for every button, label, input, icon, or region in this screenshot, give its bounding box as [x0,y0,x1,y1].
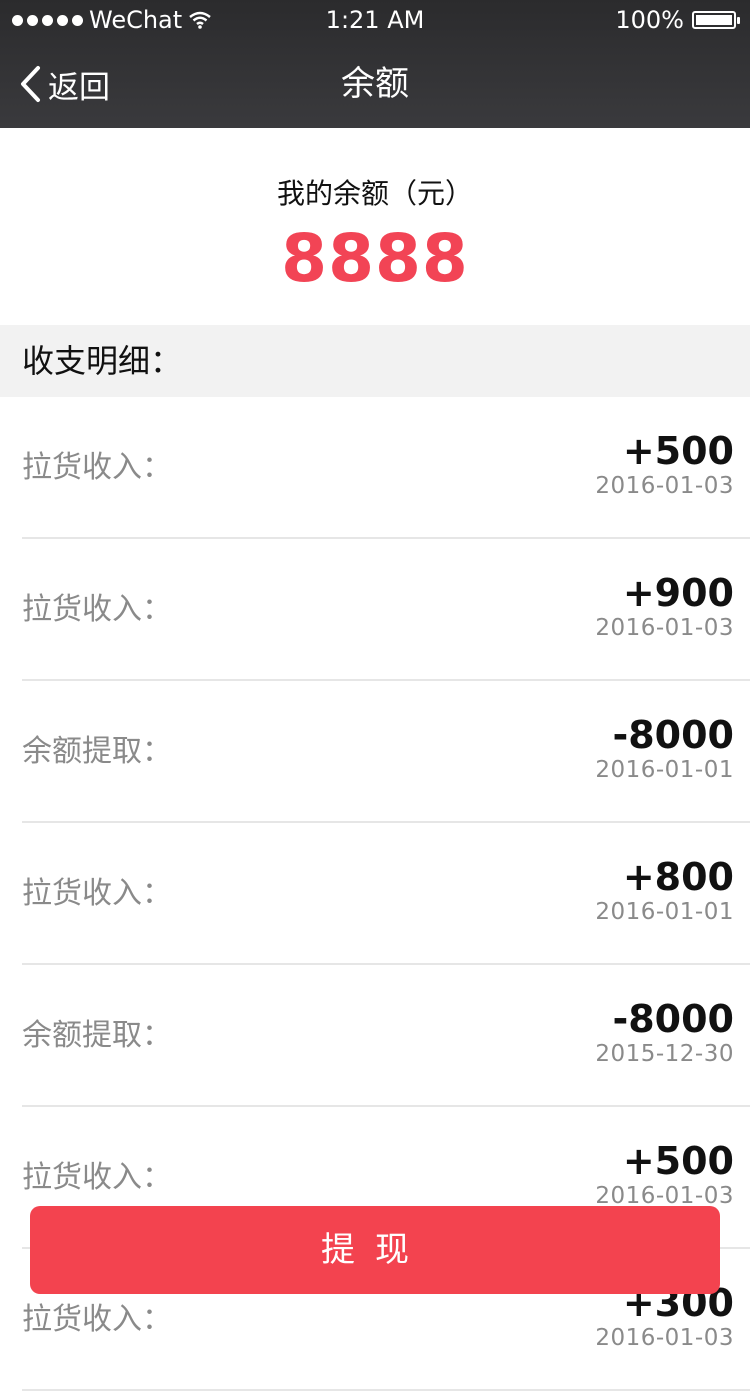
battery-percent: 100% [615,6,684,34]
withdraw-button[interactable]: 提现 [30,1206,720,1294]
transaction-amount: -8000 [612,997,734,1041]
transaction-amount: +900 [622,571,734,615]
transaction-date: 2016-01-01 [595,899,734,925]
nav-bar: 返回 余额 [0,40,750,128]
transaction-type: 余额提取： [22,1018,172,1053]
section-header: 收支明细： [0,325,750,397]
status-right: 100% [615,0,740,40]
transaction-date: 2015-12-30 [595,1041,734,1067]
transaction-date: 2016-01-03 [595,615,734,641]
page-title: 余额 [341,64,409,104]
transaction-date: 2016-01-03 [595,1325,734,1351]
transaction-amount: +800 [622,855,734,899]
transaction-date: 2016-01-01 [595,757,734,783]
status-bar: WeChat 1:21 AM 100% [0,0,750,40]
section-title: 收支明细： [22,342,183,380]
transaction-type: 拉货收入： [22,592,172,627]
balance-panel: 我的余额（元） 8888 [0,128,750,325]
transaction-amount: +500 [622,429,734,473]
transaction-row[interactable]: 拉货收入： +900 2016-01-03 [0,539,750,681]
transaction-type: 拉货收入： [22,450,172,485]
transaction-amount: -8000 [612,713,734,757]
battery-icon [692,11,740,29]
transaction-row[interactable]: 余额提取： -8000 2016-01-01 [0,681,750,823]
transaction-type: 拉货收入： [22,876,172,911]
balance-amount: 8888 [281,220,469,297]
top-bar: WeChat 1:21 AM 100% 返回 余额 [0,0,750,128]
transaction-row[interactable]: 余额提取： -8000 2015-12-30 [0,965,750,1107]
transaction-row[interactable]: 拉货收入： +500 2016-01-03 [0,397,750,539]
transaction-date: 2016-01-03 [595,473,734,499]
transaction-row[interactable]: 拉货收入： +800 2016-01-01 [0,823,750,965]
transaction-amount: +500 [622,1139,734,1183]
balance-label: 我的余额（元） [276,177,473,210]
transaction-type: 余额提取： [22,734,172,769]
